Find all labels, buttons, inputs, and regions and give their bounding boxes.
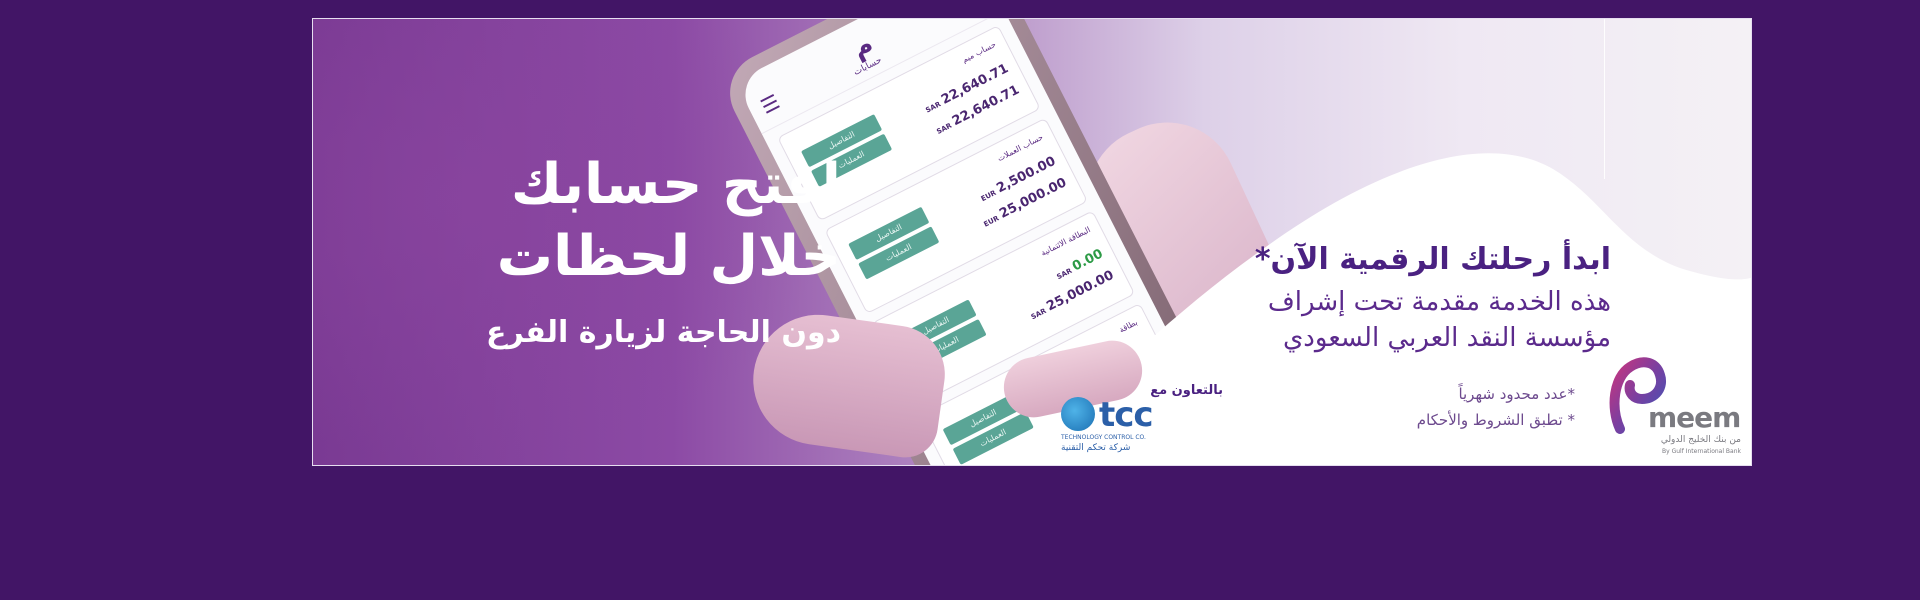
tcc-arabic-name: شركة تحكم التقنية xyxy=(1061,443,1131,453)
meem-wordmark: meem xyxy=(1648,401,1741,434)
subheadline: دون الحاجة لزيارة الفرع xyxy=(486,315,841,350)
promo-banner[interactable]: ☰ م حسابات التفاصيل العمليات حساب ميم SA… xyxy=(312,18,1752,466)
service-line-1: هذه الخدمة مقدمة تحت إشراف xyxy=(1267,287,1611,317)
tcc-logo-text: tcc xyxy=(1099,395,1154,435)
meem-english-tagline: By Gulf International Bank xyxy=(1662,448,1741,455)
meem-arabic-tagline: من بنك الخليج الدولي xyxy=(1660,435,1741,445)
service-line-2: مؤسسة النقد العربي السعودي xyxy=(1282,323,1611,353)
tcc-english-name: TECHNOLOGY CONTROL CO. xyxy=(1061,434,1146,441)
limited-note: *عدد محدود شهرياً xyxy=(1458,385,1575,403)
headline-line-1: افتح حسابك xyxy=(510,152,841,217)
headline: افتح حسابك خلال لحظات xyxy=(441,149,841,293)
terms-note: * تطبق الشروط والأحكام xyxy=(1416,411,1575,429)
headline-line-2: خلال لحظات xyxy=(496,224,841,289)
tcc-logo-icon xyxy=(1061,397,1095,431)
journey-heading: ابدأ رحلتك الرقمية الآن* xyxy=(1254,242,1611,277)
